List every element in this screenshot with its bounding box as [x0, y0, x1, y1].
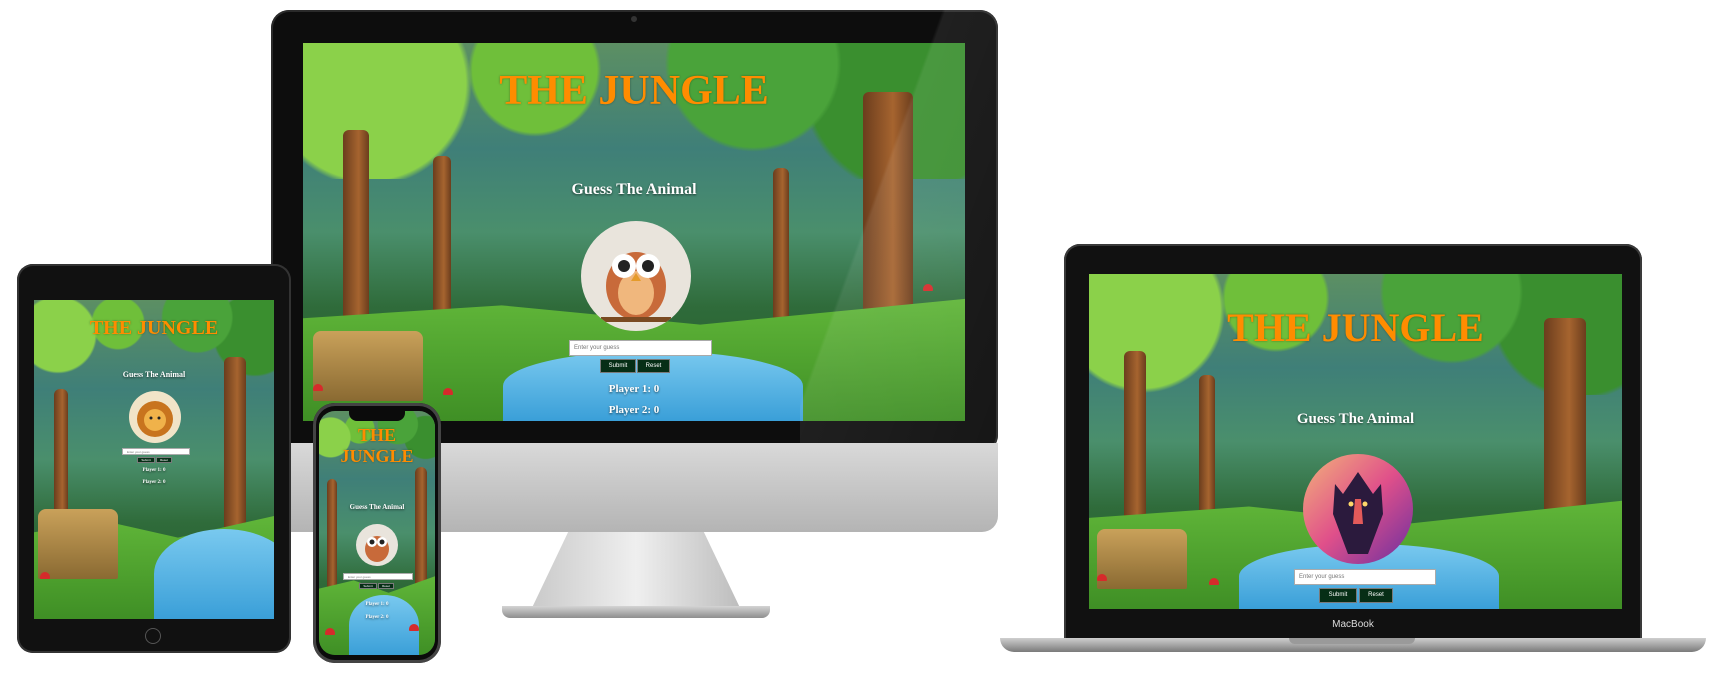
game-title: THE JUNGLE: [1227, 305, 1484, 350]
player2-score: Player 2: 0: [365, 615, 389, 620]
submit-button[interactable]: Submit: [600, 359, 636, 373]
owl-avatar: [581, 221, 691, 331]
reset-button[interactable]: Reset: [378, 583, 394, 589]
submit-button[interactable]: Submit: [1319, 588, 1357, 603]
reset-button[interactable]: Reset: [1359, 588, 1393, 603]
guess-input[interactable]: Enter your guess: [122, 448, 190, 455]
imac-stand: [530, 532, 742, 612]
guess-input[interactable]: Enter your guess: [1294, 569, 1436, 585]
game-title: THE JUNGLE: [89, 317, 219, 339]
player2-score: Player 2: 0: [142, 480, 166, 485]
game-subtitle: Guess The Animal: [1296, 411, 1415, 427]
owl-avatar: [356, 524, 398, 566]
game-subtitle: Guess The Animal: [349, 503, 405, 511]
game-subtitle: Guess The Animal: [571, 181, 697, 198]
apple-logo-icon: [616, 462, 656, 510]
wolf-avatar: [1303, 454, 1413, 564]
iphone-notch: [349, 409, 405, 421]
submit-button[interactable]: Submit: [359, 583, 377, 589]
imac-stand-base: [502, 606, 770, 618]
home-button-icon: [145, 628, 161, 644]
game-title: THE JUNGLE: [499, 68, 769, 114]
lion-avatar: [129, 391, 181, 443]
ipad-screen: THE JUNGLE Guess The Animal Enter your g…: [34, 300, 274, 619]
reset-button[interactable]: Reset: [637, 359, 670, 373]
game-title: THE JUNGLE: [340, 425, 414, 466]
player1-score: Player 1: 0: [365, 602, 389, 607]
guess-input[interactable]: Enter your guess: [569, 340, 712, 356]
guess-input[interactable]: Enter your guess: [343, 573, 413, 580]
macbook-label: MacBook: [1332, 619, 1374, 630]
imac-screen: THE JUNGLE Guess The Animal Enter your g…: [303, 43, 965, 421]
player1-score: Player 1: 0: [142, 468, 166, 473]
game-subtitle: Guess The Animal: [122, 370, 186, 379]
reset-button[interactable]: Reset: [156, 457, 172, 463]
macbook-screen: THE JUNGLE Guess The Animal Enter your g…: [1089, 274, 1622, 609]
iphone-screen: THE JUNGLE Guess The Animal Enter your g…: [319, 411, 435, 655]
submit-button[interactable]: Submit: [137, 457, 155, 463]
macbook-notch: [1289, 638, 1415, 644]
player1-score: Player 1: 0: [608, 383, 660, 395]
imac-camera: [631, 16, 637, 22]
